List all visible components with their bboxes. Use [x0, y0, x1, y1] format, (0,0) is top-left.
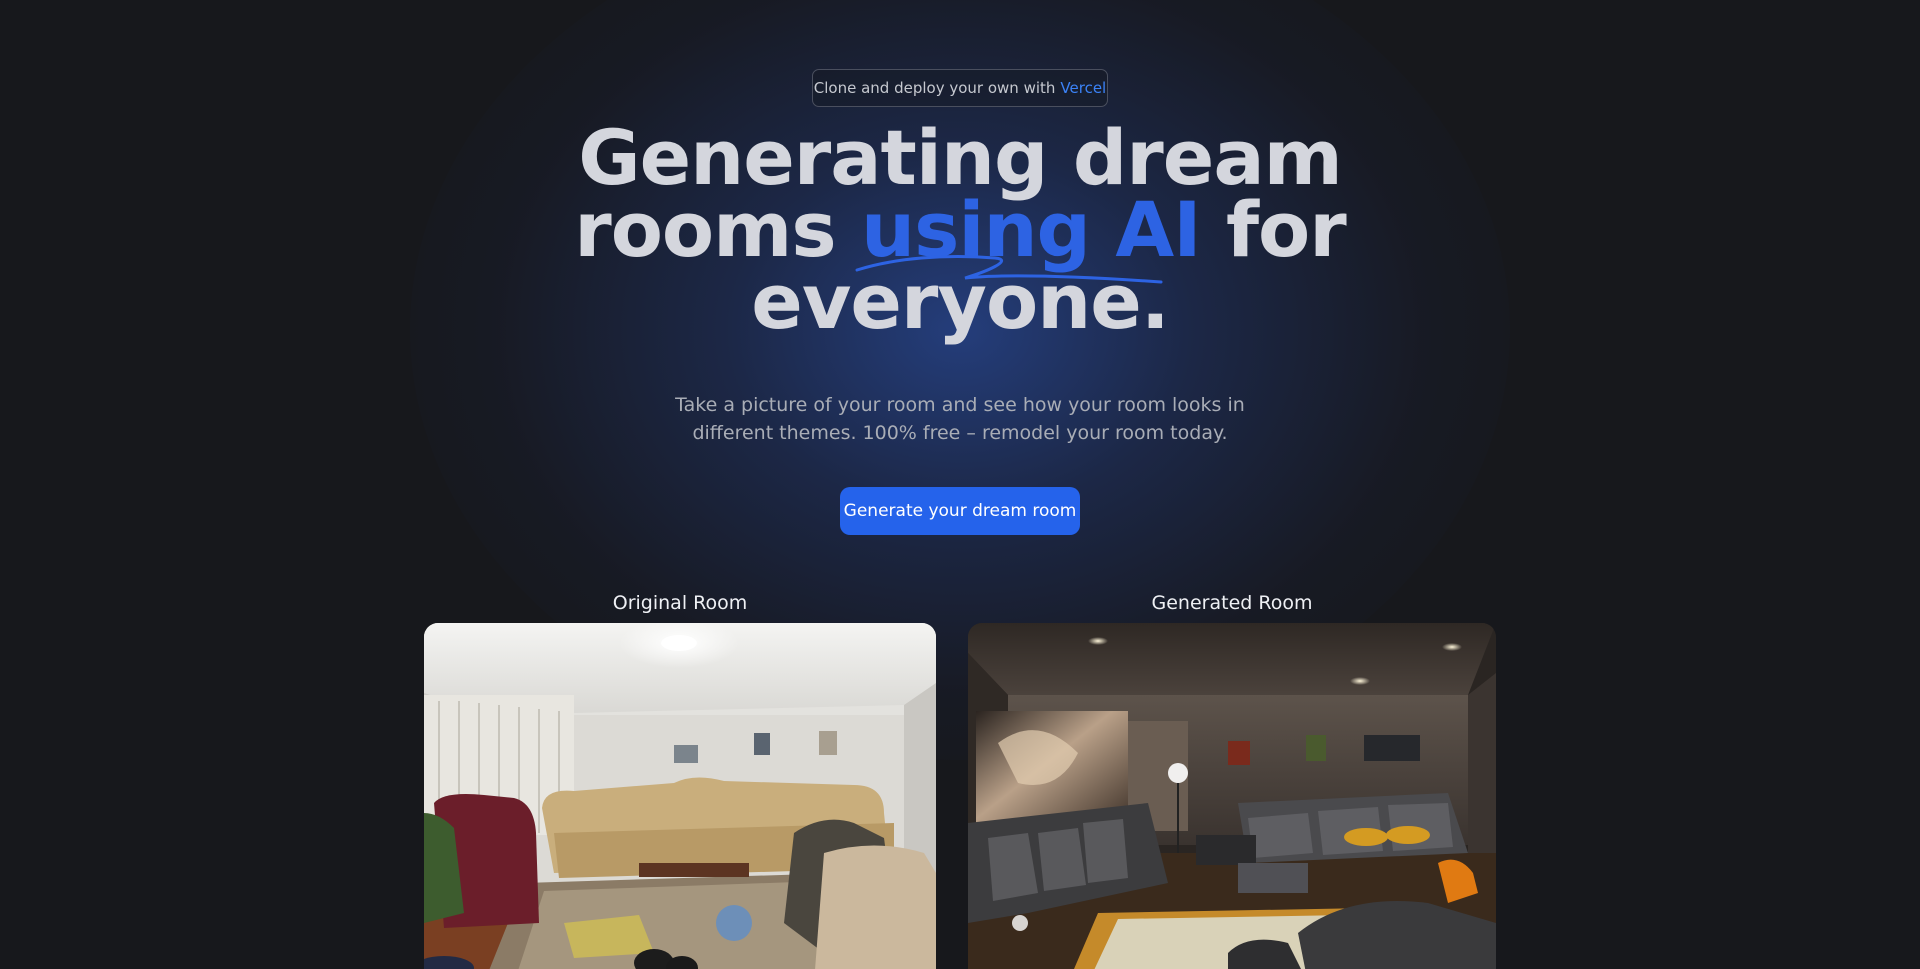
deploy-vercel-link[interactable]: Clone and deploy your own with Vercel	[812, 69, 1108, 107]
generated-room-label: Generated Room	[1151, 592, 1313, 614]
headline-line-1: Generating dream	[578, 113, 1343, 202]
subtitle-line-2: different themes. 100% free – remodel yo…	[692, 422, 1228, 444]
deploy-pill-text: Clone and deploy your own with	[813, 79, 1056, 97]
headline-line-2: rooms using AI for	[560, 192, 1360, 284]
landing-page: Clone and deploy your own with Vercel Ge…	[0, 0, 1920, 969]
vercel-link-text[interactable]: Vercel	[1060, 79, 1106, 97]
hero-headline: Generating dream rooms using AI for ever…	[560, 113, 1360, 340]
original-room-label: Original Room	[612, 592, 748, 614]
generate-dream-room-button[interactable]: Generate your dream room	[840, 487, 1080, 535]
headline-accent-wrap: using AI	[855, 192, 1202, 284]
subtitle-line-1: Take a picture of your room and see how …	[675, 394, 1245, 416]
underline-squiggle-icon	[855, 255, 1163, 284]
headline-for: for	[1225, 185, 1347, 274]
generated-room-image	[968, 623, 1496, 969]
hero-subtitle: Take a picture of your room and see how …	[660, 391, 1260, 447]
original-room-image	[424, 623, 936, 969]
